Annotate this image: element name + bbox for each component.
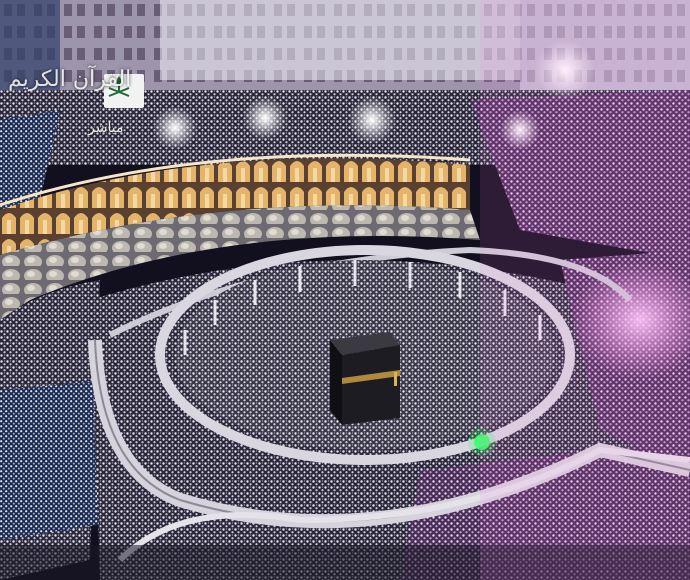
floodlight: [243, 96, 287, 140]
kaaba-front: [342, 345, 400, 425]
channel-title: القرآن الكريم: [8, 67, 132, 92]
live-label: مباشر: [88, 120, 124, 136]
channel-logo: القرآن الكريم مباشر: [8, 67, 144, 143]
masjid-al-haram-live-view: القرآن الكريم مباشر: [0, 0, 690, 580]
floodlight: [348, 96, 396, 144]
floodlight: [153, 106, 197, 150]
